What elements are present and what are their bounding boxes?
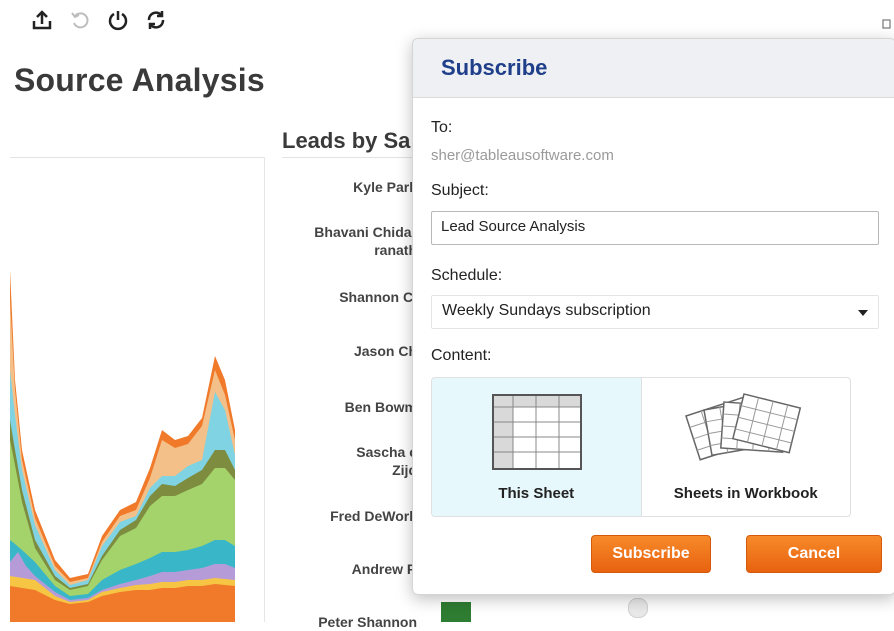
salesperson-list: Kyle Park Bhavani Chidar ranath Shannon … xyxy=(282,160,417,630)
option-label: This Sheet xyxy=(498,485,575,502)
to-label: To: xyxy=(431,119,453,136)
chevron-down-icon xyxy=(858,310,868,316)
subject-input[interactable]: Lead Source Analysis xyxy=(431,211,879,245)
schedule-value: Weekly Sundays subscription xyxy=(442,302,651,319)
panel-divider xyxy=(264,157,265,622)
toolbar xyxy=(30,8,168,32)
salesperson-name: Jason Ch xyxy=(353,343,417,359)
option-label: Sheets in Workbook xyxy=(673,485,818,502)
revert-icon[interactable] xyxy=(68,8,92,32)
subscribe-dialog: Subscribe To: sher@tableausoftware.com S… xyxy=(412,38,894,595)
salesperson-name: Sascha c Zijd xyxy=(356,444,417,478)
salesperson-name: Kyle Park xyxy=(353,179,417,195)
lead-bar xyxy=(441,602,471,622)
salesperson-name: Andrew R xyxy=(351,561,417,577)
option-this-sheet[interactable]: This Sheet xyxy=(432,378,642,516)
content-options: This Sheet Sheets in Workbook xyxy=(431,377,851,517)
workbook-sheets-icon xyxy=(684,393,801,461)
chart-title: Leads by Sa xyxy=(282,128,411,153)
salesperson-name: Shannon Cl xyxy=(339,289,417,305)
dialog-title: Subscribe xyxy=(441,55,548,80)
subscribe-button[interactable]: Subscribe xyxy=(591,535,711,573)
salesperson-name: Ben Bowm xyxy=(344,399,417,415)
chart-title-divider xyxy=(282,157,422,158)
scroll-knob[interactable] xyxy=(628,598,648,618)
salesperson-name: Bhavani Chidar ranath xyxy=(314,224,417,258)
subject-label: Subject: xyxy=(431,182,489,199)
sheet-icon xyxy=(492,394,582,470)
expand-icon[interactable] xyxy=(882,18,892,30)
schedule-label: Schedule: xyxy=(431,267,503,284)
salesperson-name: Peter Shannon xyxy=(318,614,417,630)
refresh-icon[interactable] xyxy=(144,8,168,32)
to-email: sher@tableausoftware.com xyxy=(431,147,614,164)
schedule-select[interactable]: Weekly Sundays subscription xyxy=(431,295,879,329)
salesperson-name: Fred DeWork xyxy=(330,508,417,524)
option-sheets-in-workbook[interactable]: Sheets in Workbook xyxy=(642,378,851,516)
share-icon[interactable] xyxy=(30,8,54,32)
content-label: Content: xyxy=(431,347,492,364)
page-title: Source Analysis xyxy=(14,62,265,98)
stacked-area-chart xyxy=(10,270,235,622)
cancel-button[interactable]: Cancel xyxy=(746,535,882,573)
power-icon[interactable] xyxy=(106,8,130,32)
